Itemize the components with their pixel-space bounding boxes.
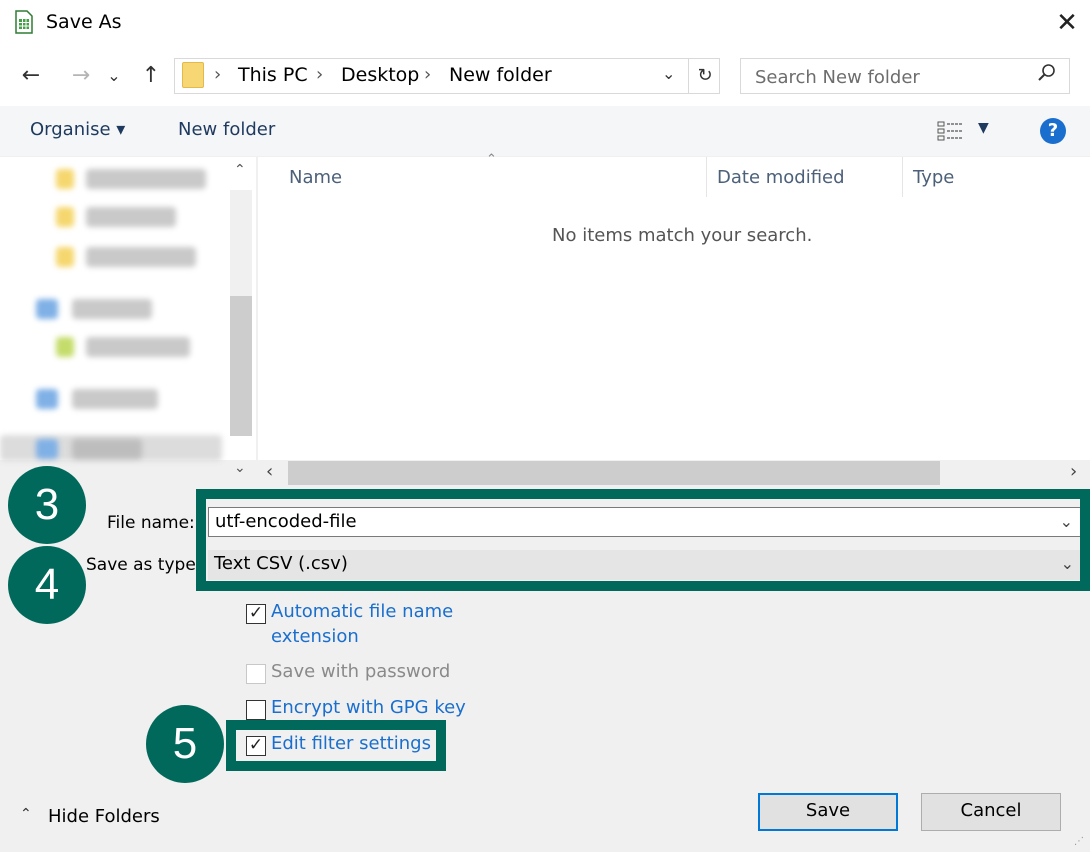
address-dropdown-chevron-icon[interactable]: ⌄ bbox=[662, 64, 675, 83]
column-divider[interactable] bbox=[902, 157, 903, 197]
column-header-type[interactable]: Type bbox=[913, 167, 954, 188]
save-button[interactable]: Save bbox=[758, 793, 898, 831]
encrypt-gpg-checkbox[interactable] bbox=[246, 700, 266, 720]
search-input[interactable] bbox=[753, 63, 1027, 91]
spreadsheet-file-icon bbox=[15, 10, 33, 34]
organise-menu[interactable]: Organise ▾ bbox=[30, 119, 125, 140]
cancel-button[interactable]: Cancel bbox=[921, 793, 1061, 831]
save-as-type-label: Save as type: bbox=[86, 555, 202, 575]
breadcrumb-separator: › bbox=[316, 64, 324, 85]
column-header-name[interactable]: Name bbox=[289, 167, 342, 188]
empty-folder-message: No items match your search. bbox=[552, 225, 813, 246]
callout-number-3: 3 bbox=[8, 466, 86, 544]
title-bar bbox=[0, 0, 1090, 48]
up-arrow-icon[interactable]: ↑ bbox=[136, 60, 166, 92]
breadcrumb-desktop[interactable]: Desktop bbox=[341, 64, 419, 86]
horizontal-scroll-thumb[interactable] bbox=[288, 461, 940, 485]
breadcrumb-separator: › bbox=[214, 64, 222, 85]
close-icon[interactable]: ✕ bbox=[1052, 6, 1082, 40]
save-password-label: Save with password bbox=[271, 661, 451, 682]
scroll-right-chevron-icon[interactable]: › bbox=[1070, 461, 1077, 482]
back-arrow-icon[interactable]: ← bbox=[16, 60, 46, 92]
scroll-up-chevron-icon[interactable]: ⌃ bbox=[234, 162, 246, 178]
sort-ascending-icon: ⌃ bbox=[486, 152, 497, 167]
callout-highlight-fields bbox=[196, 489, 1090, 591]
breadcrumb-this-pc[interactable]: This PC bbox=[238, 64, 308, 86]
scroll-down-chevron-icon[interactable]: ⌄ bbox=[234, 460, 246, 476]
breadcrumb-separator: › bbox=[424, 64, 432, 85]
folder-icon bbox=[182, 62, 204, 88]
window-title: Save As bbox=[46, 11, 122, 33]
help-icon[interactable]: ? bbox=[1040, 118, 1066, 144]
auto-extension-label-line1[interactable]: Automatic file name bbox=[271, 601, 453, 622]
file-name-label: File name: bbox=[107, 513, 195, 533]
column-header-date-modified[interactable]: Date modified bbox=[717, 167, 845, 188]
resize-grip-icon[interactable]: ⋰ bbox=[1074, 836, 1084, 847]
callout-number-5: 5 bbox=[146, 705, 224, 783]
forward-arrow-icon[interactable]: → bbox=[66, 60, 96, 92]
collapse-chevron-icon[interactable]: ⌃ bbox=[20, 806, 32, 822]
column-divider[interactable] bbox=[706, 157, 707, 197]
new-folder-button[interactable]: New folder bbox=[178, 119, 275, 140]
change-view-icon[interactable] bbox=[936, 120, 966, 142]
save-password-checkbox bbox=[246, 664, 266, 684]
command-toolbar bbox=[0, 106, 1090, 156]
file-list[interactable] bbox=[258, 157, 1090, 460]
navigation-pane-scroll-thumb[interactable] bbox=[230, 296, 252, 436]
encrypt-gpg-label[interactable]: Encrypt with GPG key bbox=[271, 697, 466, 718]
search-box[interactable] bbox=[740, 58, 1070, 94]
edit-filter-checkbox[interactable]: ✓ bbox=[246, 736, 266, 756]
search-icon[interactable] bbox=[1036, 62, 1058, 84]
hide-folders-button[interactable]: Hide Folders bbox=[48, 806, 160, 827]
view-options-chevron-icon[interactable]: ▼ bbox=[978, 120, 989, 136]
auto-extension-label-line2[interactable]: extension bbox=[271, 626, 359, 647]
breadcrumb-new-folder[interactable]: New folder bbox=[449, 64, 552, 86]
refresh-icon[interactable]: ↻ bbox=[688, 58, 721, 94]
scroll-left-chevron-icon[interactable]: ‹ bbox=[266, 461, 273, 482]
navigation-pane[interactable] bbox=[0, 157, 256, 461]
edit-filter-label[interactable]: Edit filter settings bbox=[271, 733, 431, 754]
auto-extension-checkbox[interactable]: ✓ bbox=[246, 604, 266, 624]
recent-locations-chevron-icon[interactable]: ⌄ bbox=[104, 60, 124, 92]
callout-number-4: 4 bbox=[8, 546, 86, 624]
